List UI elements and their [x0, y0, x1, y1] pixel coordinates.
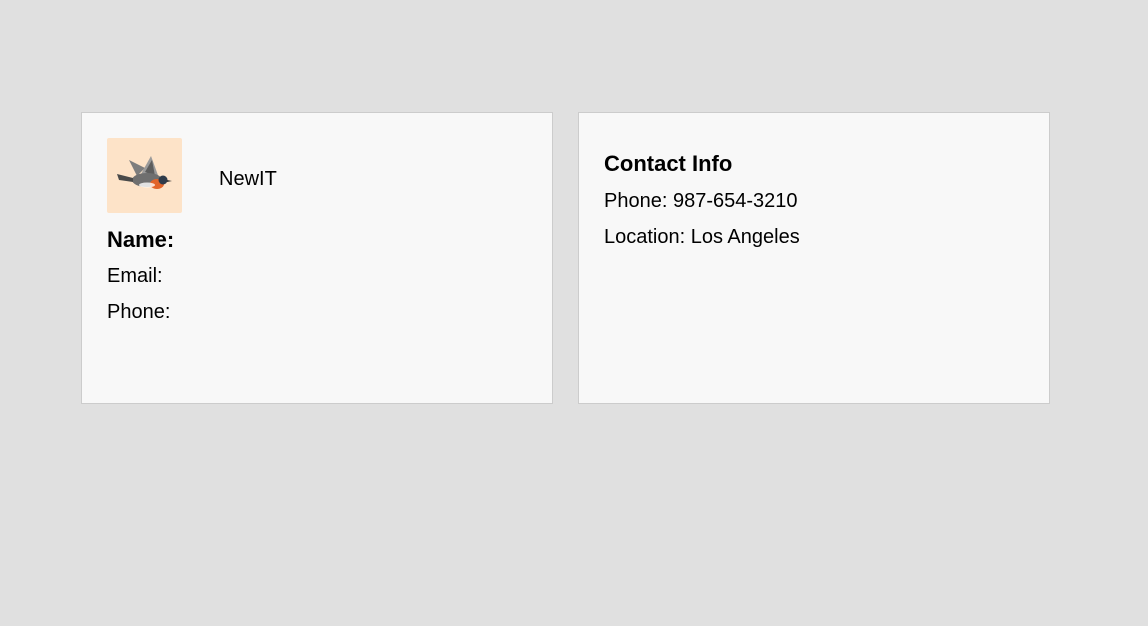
- bird-belly: [139, 182, 155, 188]
- company-name: NewIT: [219, 168, 277, 190]
- bird-head: [158, 175, 168, 185]
- bird-tail: [117, 174, 133, 182]
- contact-info-card: Contact Info Phone: 987-654-3210 Locatio…: [578, 112, 1050, 404]
- contact-info-title: Contact Info: [604, 151, 733, 176]
- bird-logo-icon: [107, 138, 182, 213]
- email-label: Email:: [107, 265, 163, 287]
- phone-label: Phone:: [107, 301, 171, 323]
- profile-card: NewIT Name: Email: Phone:: [81, 112, 553, 404]
- contact-location: Location: Los Angeles: [604, 226, 800, 248]
- bird-beak: [167, 180, 172, 182]
- contact-phone: Phone: 987-654-3210: [604, 190, 798, 212]
- name-label: Name:: [107, 227, 175, 252]
